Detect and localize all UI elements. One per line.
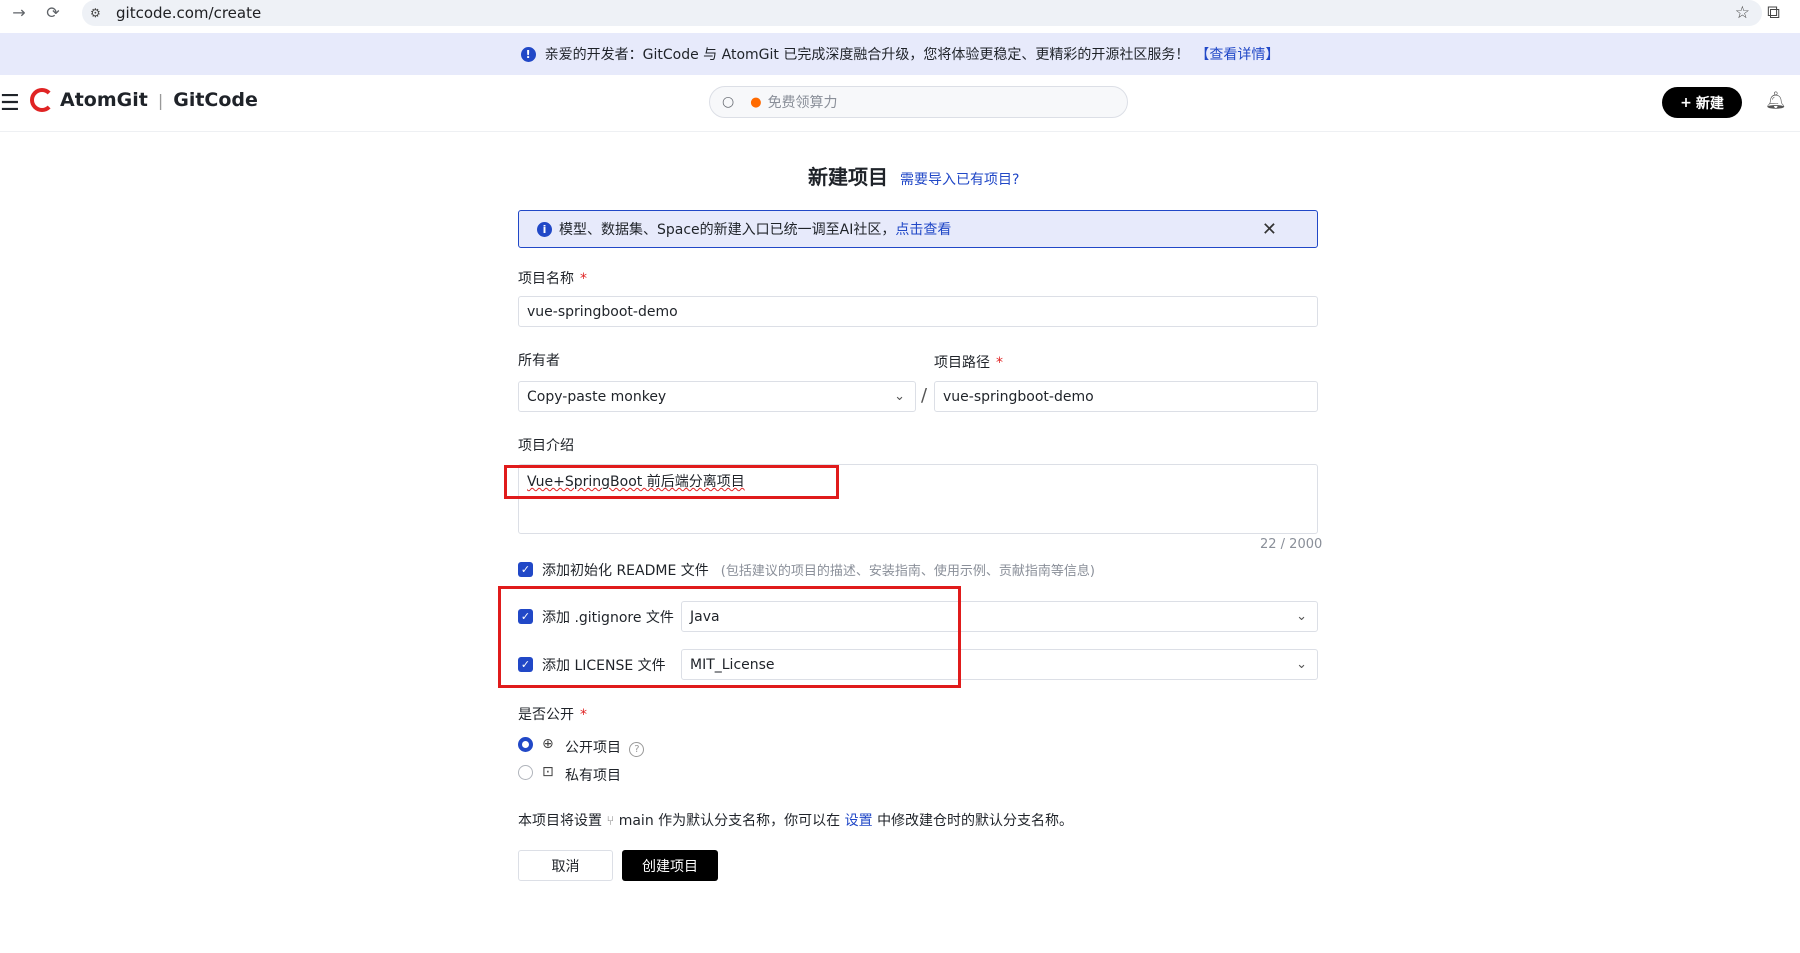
owner-label: 所有者 (518, 353, 560, 369)
readme-label: 添加初始化 README 文件 (542, 563, 709, 579)
owner-value: Copy-paste monkey (527, 388, 667, 405)
branch-info-prefix: 本项目将设置 (518, 813, 602, 829)
public-label: 公开项目 (565, 740, 621, 756)
readme-checkbox[interactable]: ✓ (518, 562, 533, 577)
search-input[interactable]: ○ ● 免费领算力 (709, 86, 1128, 118)
notice-link[interactable]: 点击查看 (895, 219, 951, 239)
highlight-box-templates (498, 586, 961, 688)
brand-atomgit: AtomGit (60, 89, 148, 111)
info-icon: i (537, 221, 552, 237)
private-label: 私有项目 (565, 768, 621, 784)
globe-icon: ⊕ (542, 736, 554, 752)
project-path-value: vue-springboot-demo (943, 388, 1094, 405)
notice-text: 模型、数据集、Space的新建入口已统一调至AI社区， (559, 222, 896, 238)
cancel-button[interactable]: 取消 (518, 850, 613, 881)
create-project-button[interactable]: 创建项目 (622, 850, 718, 881)
reload-icon[interactable]: ⟳ (38, 3, 68, 22)
notification-bell-icon[interactable]: 🔔︎ (1765, 91, 1787, 111)
visibility-label: 是否公开 * (518, 704, 587, 724)
visibility-label-text: 是否公开 (518, 707, 574, 723)
branch-info-middle: 作为默认分支名称，你可以在 (658, 813, 841, 829)
hamburger-menu-icon[interactable]: ☰ (0, 91, 20, 116)
project-name-value: vue-springboot-demo (527, 303, 678, 320)
page-title: 新建项目 (808, 165, 888, 189)
settings-link[interactable]: 设置 (845, 813, 873, 829)
public-row: 公开项目 ? (565, 737, 645, 757)
highlight-box-description (504, 465, 839, 499)
forward-icon[interactable]: → (4, 3, 34, 22)
project-path-label-text: 项目路径 (934, 355, 990, 371)
readme-hint: (包括建议的项目的描述、安装指南、使用示例、贡献指南等信息) (720, 564, 1095, 579)
brand-gitcode: GitCode (173, 89, 258, 111)
new-button-label: 新建 (1695, 95, 1724, 112)
lock-icon: ⊡ (542, 764, 554, 780)
project-name-label-text: 项目名称 (518, 271, 574, 287)
announcement-link[interactable]: 【查看详情】 (1195, 44, 1279, 64)
required-mark: * (580, 707, 587, 723)
search-icon: ○ (722, 94, 735, 110)
branch-icon: ⑂ (606, 814, 615, 829)
project-path-input[interactable]: vue-springboot-demo (934, 381, 1318, 412)
browser-toolbar: → ⟳ ⚙ gitcode.com/create ☆ ⧉ (0, 0, 1800, 32)
chevron-down-icon: ⌄ (1296, 609, 1307, 624)
ai-community-notice: i 模型、数据集、Space的新建入口已统一调至AI社区， 点击查看 ✕ (518, 210, 1318, 248)
import-project-link[interactable]: 需要导入已有项目? (900, 169, 1019, 189)
site-header: ☰ AtomGit | GitCode ○ ● 免费领算力 + 新建 🔔︎ (0, 75, 1800, 132)
required-mark: * (996, 355, 1003, 371)
new-button[interactable]: + 新建 (1662, 87, 1742, 118)
site-settings-icon[interactable]: ⚙ (90, 6, 106, 20)
site-logo[interactable]: AtomGit | GitCode (30, 88, 258, 112)
branch-name: main (618, 813, 654, 829)
announcement-text: 亲爱的开发者：GitCode 与 AtomGit 已完成深度融合升级，您将体验更… (544, 47, 1190, 63)
bookmark-star-icon[interactable]: ☆ (1735, 3, 1750, 23)
project-name-label: 项目名称 * (518, 268, 587, 288)
fire-icon: ● (750, 94, 762, 110)
close-icon[interactable]: ✕ (1262, 219, 1277, 240)
chevron-down-icon: ⌄ (894, 389, 905, 404)
project-name-input[interactable]: vue-springboot-demo (518, 296, 1318, 327)
address-bar[interactable]: ⚙ gitcode.com/create ☆ (82, 0, 1762, 26)
public-radio[interactable] (518, 737, 533, 752)
plus-icon: + (1680, 94, 1692, 111)
description-counter: 22 / 2000 (1260, 537, 1323, 552)
help-icon[interactable]: ? (629, 742, 645, 757)
search-placeholder: 免费领算力 (767, 95, 838, 111)
owner-select[interactable]: Copy-paste monkey ⌄ (518, 381, 916, 412)
required-mark: * (580, 271, 587, 287)
chevron-down-icon: ⌄ (1296, 657, 1307, 672)
default-branch-info: 本项目将设置 ⑂ main 作为默认分支名称，你可以在 设置 中修改建仓时的默认… (518, 810, 1073, 830)
page-title-row: 新建项目 需要导入已有项目? (808, 161, 1019, 190)
extensions-icon[interactable]: ⧉ (1767, 2, 1780, 23)
announcement-banner: ! 亲爱的开发者：GitCode 与 AtomGit 已完成深度融合升级，您将体… (0, 33, 1800, 75)
path-separator: / (921, 385, 928, 406)
atomgit-logo-icon (30, 88, 54, 112)
readme-row: 添加初始化 README 文件 (包括建议的项目的描述、安装指南、使用示例、贡献指… (542, 560, 1095, 580)
brand-separator: | (157, 90, 164, 110)
info-icon: ! (520, 46, 536, 62)
description-label: 项目介绍 (518, 438, 574, 454)
private-radio[interactable] (518, 765, 533, 780)
url-text: gitcode.com/create (116, 4, 262, 22)
project-path-label: 项目路径 * (934, 352, 1003, 372)
branch-info-suffix: 中修改建仓时的默认分支名称。 (877, 813, 1074, 829)
